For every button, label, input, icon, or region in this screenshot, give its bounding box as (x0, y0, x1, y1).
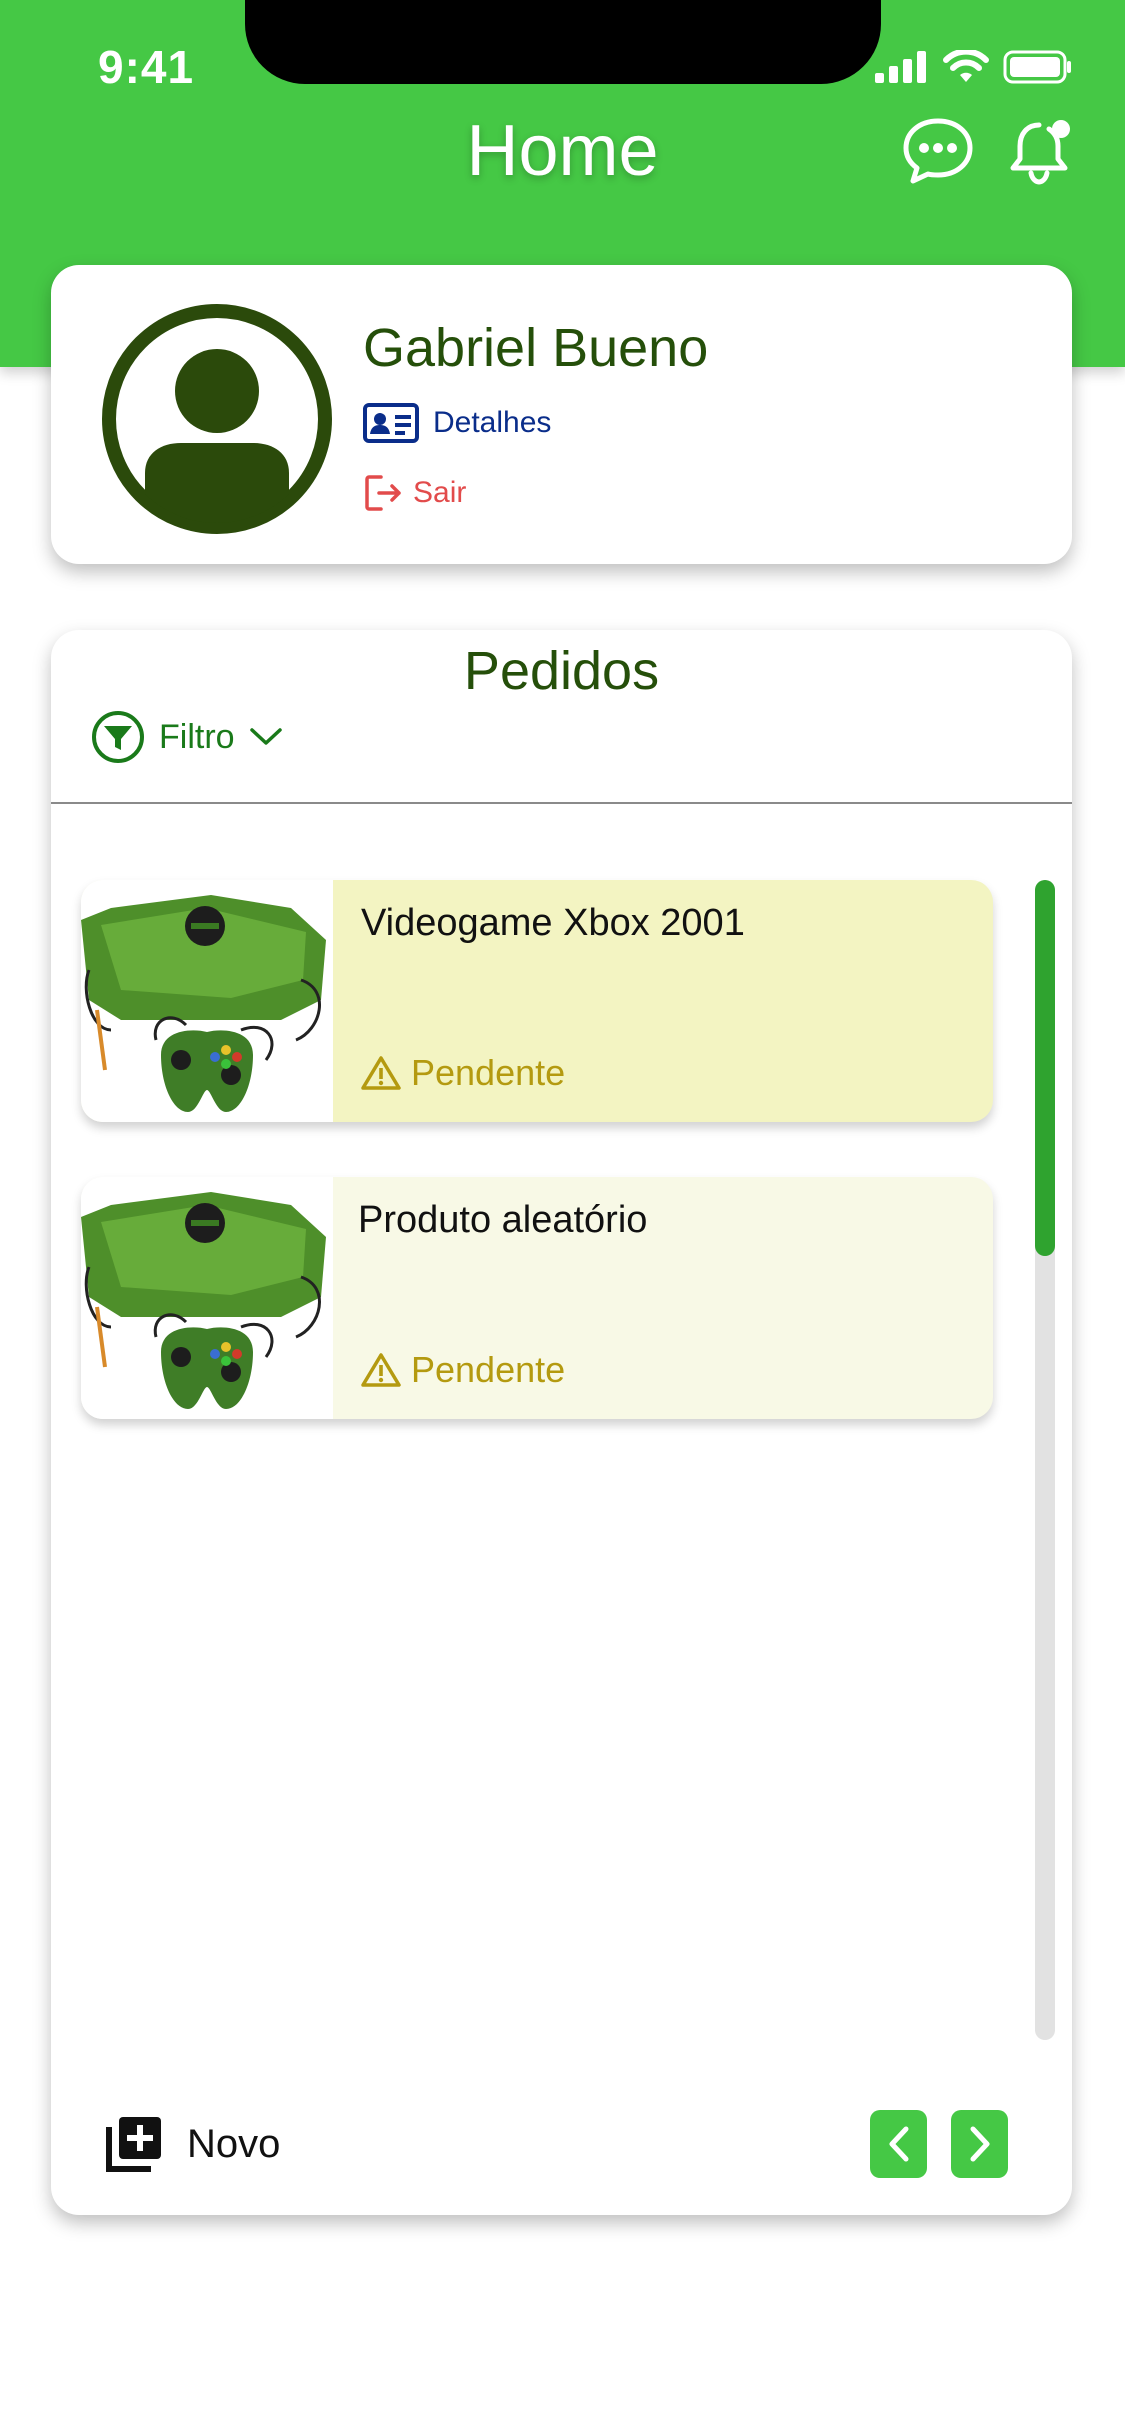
scrollbar-thumb[interactable] (1035, 880, 1055, 1256)
id-card-icon (363, 403, 419, 443)
logout-icon (365, 475, 401, 511)
battery-icon (1003, 50, 1071, 84)
logout-link[interactable]: Sair (363, 473, 466, 513)
chevron-down-icon (249, 728, 282, 745)
order-status: Pendente (361, 1052, 565, 1094)
home-screen: 9:41 Home Gabriel Bueno Detalhes Sair Pe… (0, 0, 1125, 2436)
signal-icon (875, 51, 926, 83)
chevron-left-icon (889, 2126, 908, 2162)
product-image (81, 1177, 333, 1419)
new-order-button[interactable]: Novo (103, 2113, 280, 2175)
filter-dropdown[interactable]: Filtro (91, 710, 283, 764)
details-link[interactable]: Detalhes (363, 403, 551, 443)
order-status: Pendente (361, 1349, 565, 1391)
warning-icon (361, 1353, 401, 1387)
divider (51, 802, 1072, 804)
orders-title: Pedidos (463, 641, 660, 701)
avatar-icon (102, 304, 332, 534)
order-name: Produto aleatório (358, 1199, 648, 1241)
order-status-label: Pendente (411, 1052, 566, 1093)
chevron-right-icon (970, 2126, 989, 2162)
previous-page-button[interactable] (870, 2110, 927, 2178)
add-library-icon (106, 2117, 161, 2172)
filter-label: Filtro (159, 717, 235, 756)
order-item[interactable]: Videogame Xbox 2001 Pendente (81, 880, 993, 1122)
device-notch (245, 0, 881, 84)
user-name: Gabriel Bueno (363, 318, 709, 378)
warning-icon (361, 1056, 401, 1090)
chat-button[interactable] (902, 115, 974, 187)
orders-card: Pedidos Filtro Videogame Xbox 2001 Pende… (51, 630, 1072, 2215)
notifications-button[interactable] (1005, 115, 1077, 187)
order-item[interactable]: Produto aleatório Pendente (81, 1177, 993, 1419)
profile-card: Gabriel Bueno Detalhes Sair (51, 265, 1072, 564)
logout-label: Sair (413, 476, 467, 509)
next-page-button[interactable] (951, 2110, 1008, 2178)
bell-icon (1010, 120, 1070, 185)
status-icons (875, 50, 1073, 84)
chat-icon (903, 118, 973, 184)
product-image (81, 880, 333, 1122)
order-status-label: Pendente (411, 1349, 566, 1390)
new-order-label: Novo (187, 2121, 281, 2166)
filter-icon (92, 711, 144, 763)
order-name: Videogame Xbox 2001 (361, 902, 745, 944)
scrollbar-track[interactable] (1035, 880, 1055, 2040)
details-label: Detalhes (433, 406, 552, 439)
wifi-icon (943, 50, 989, 82)
status-time: 9:41 (98, 41, 195, 93)
